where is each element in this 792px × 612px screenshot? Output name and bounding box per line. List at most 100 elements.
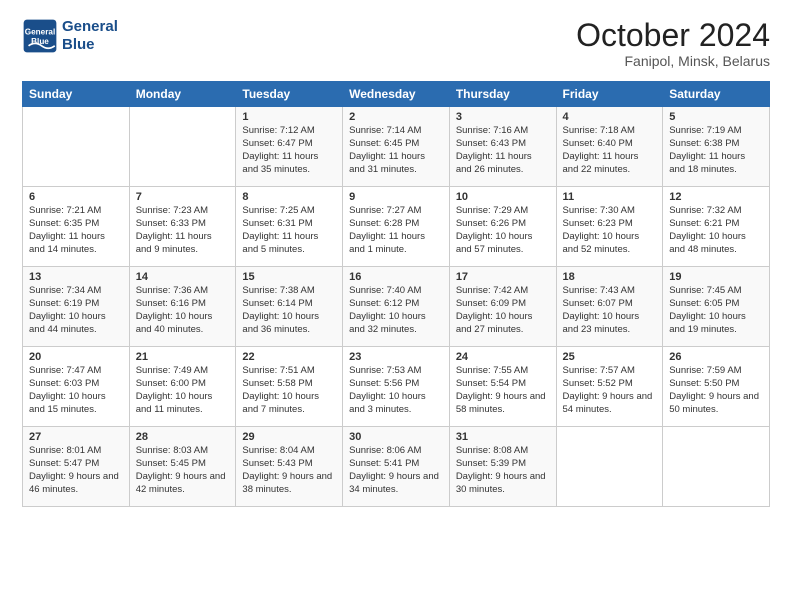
calendar-cell: 30 Sunrise: 8:06 AM Sunset: 5:41 PM Dayli… [343,427,450,507]
cell-content: Sunrise: 7:51 AM Sunset: 5:58 PM Dayligh… [242,365,336,416]
calendar-cell: 27Sunrise: 8:01 AM Sunset: 5:47 PM Dayli… [23,427,130,507]
cell-content: Sunrise: 7:40 AM Sunset: 6:12 PM Dayligh… [349,285,443,336]
day-number: 16 [349,271,443,283]
header-row: SundayMondayTuesdayWednesdayThursdayFrid… [23,82,770,107]
week-row-2: 6 Sunrise: 7:21 AM Sunset: 6:35 PM Daylig… [23,187,770,267]
cell-content: Sunrise: 7:57 AM Sunset: 5:52 PM Dayligh… [563,365,657,416]
week-row-5: 27Sunrise: 8:01 AM Sunset: 5:47 PM Dayli… [23,427,770,507]
day-number: 19 [669,271,763,283]
calendar-cell: 29Sunrise: 8:04 AM Sunset: 5:43 PM Dayli… [236,427,343,507]
col-header-monday: Monday [129,82,236,107]
calendar-cell: 5Sunrise: 7:19 AM Sunset: 6:38 PM Daylig… [663,107,770,187]
day-number: 9 [349,191,443,203]
calendar-cell: 7 Sunrise: 7:23 AM Sunset: 6:33 PM Daylig… [129,187,236,267]
cell-content: Sunrise: 7:53 AM Sunset: 5:56 PM Dayligh… [349,365,443,416]
day-number: 11 [563,191,657,203]
day-number: 24 [456,351,550,363]
day-number: 31 [456,431,550,443]
day-number: 5 [669,111,763,123]
day-number: 13 [29,271,123,283]
cell-content: Sunrise: 7:27 AM Sunset: 6:28 PM Dayligh… [349,205,443,256]
cell-content: Sunrise: 7:14 AM Sunset: 6:45 PM Dayligh… [349,125,443,176]
calendar-cell [129,107,236,187]
calendar-cell: 26Sunrise: 7:59 AM Sunset: 5:50 PM Dayli… [663,347,770,427]
day-number: 20 [29,351,123,363]
cell-content: Sunrise: 7:25 AM Sunset: 6:31 PM Dayligh… [242,205,336,256]
day-number: 4 [563,111,657,123]
calendar-cell: 17 Sunrise: 7:42 AM Sunset: 6:09 PM Dayli… [449,267,556,347]
cell-content: Sunrise: 8:06 AM Sunset: 5:41 PM Dayligh… [349,445,443,496]
day-number: 15 [242,271,336,283]
day-number: 28 [136,431,230,443]
day-number: 17 [456,271,550,283]
cell-content: Sunrise: 8:04 AM Sunset: 5:43 PM Dayligh… [242,445,336,496]
calendar-cell: 12 Sunrise: 7:32 AM Sunset: 6:21 PM Dayli… [663,187,770,267]
calendar-cell: 11 Sunrise: 7:30 AM Sunset: 6:23 PM Dayli… [556,187,663,267]
day-number: 18 [563,271,657,283]
day-number: 25 [563,351,657,363]
cell-content: Sunrise: 7:45 AM Sunset: 6:05 PM Dayligh… [669,285,763,336]
calendar-cell [663,427,770,507]
day-number: 2 [349,111,443,123]
cell-content: Sunrise: 7:21 AM Sunset: 6:35 PM Dayligh… [29,205,123,256]
col-header-friday: Friday [556,82,663,107]
calendar-cell: 15Sunrise: 7:38 AM Sunset: 6:14 PM Dayli… [236,267,343,347]
calendar-cell: 31Sunrise: 8:08 AM Sunset: 5:39 PM Dayli… [449,427,556,507]
cell-content: Sunrise: 7:30 AM Sunset: 6:23 PM Dayligh… [563,205,657,256]
day-number: 10 [456,191,550,203]
cell-content: Sunrise: 7:34 AM Sunset: 6:19 PM Dayligh… [29,285,123,336]
day-number: 22 [242,351,336,363]
cell-content: Sunrise: 7:36 AM Sunset: 6:16 PM Dayligh… [136,285,230,336]
cell-content: Sunrise: 7:29 AM Sunset: 6:26 PM Dayligh… [456,205,550,256]
cell-content: Sunrise: 7:32 AM Sunset: 6:21 PM Dayligh… [669,205,763,256]
col-header-tuesday: Tuesday [236,82,343,107]
day-number: 1 [242,111,336,123]
day-number: 21 [136,351,230,363]
calendar-table: SundayMondayTuesdayWednesdayThursdayFrid… [22,81,770,507]
day-number: 30 [349,431,443,443]
cell-content: Sunrise: 7:43 AM Sunset: 6:07 PM Dayligh… [563,285,657,336]
day-number: 12 [669,191,763,203]
calendar-cell: 18 Sunrise: 7:43 AM Sunset: 6:07 PM Dayli… [556,267,663,347]
calendar-cell: 13 Sunrise: 7:34 AM Sunset: 6:19 PM Dayli… [23,267,130,347]
col-header-saturday: Saturday [663,82,770,107]
day-number: 14 [136,271,230,283]
day-number: 7 [136,191,230,203]
calendar-cell: 20 Sunrise: 7:47 AM Sunset: 6:03 PM Dayli… [23,347,130,427]
calendar-cell [556,427,663,507]
day-number: 6 [29,191,123,203]
calendar-cell: 24 Sunrise: 7:55 AM Sunset: 5:54 PM Dayli… [449,347,556,427]
week-row-3: 13 Sunrise: 7:34 AM Sunset: 6:19 PM Dayli… [23,267,770,347]
calendar-cell: 6 Sunrise: 7:21 AM Sunset: 6:35 PM Daylig… [23,187,130,267]
cell-content: Sunrise: 7:18 AM Sunset: 6:40 PM Dayligh… [563,125,657,176]
calendar-cell: 9 Sunrise: 7:27 AM Sunset: 6:28 PM Daylig… [343,187,450,267]
calendar-cell [23,107,130,187]
title-area: October 2024 Fanipol, Minsk, Belarus [576,18,770,69]
calendar-cell: 28 Sunrise: 8:03 AM Sunset: 5:45 PM Dayli… [129,427,236,507]
logo-line2: Blue [62,36,118,54]
calendar-cell: 1 Sunrise: 7:12 AM Sunset: 6:47 PM Daylig… [236,107,343,187]
day-number: 27 [29,431,123,443]
location: Fanipol, Minsk, Belarus [576,53,770,69]
col-header-thursday: Thursday [449,82,556,107]
cell-content: Sunrise: 7:42 AM Sunset: 6:09 PM Dayligh… [456,285,550,336]
cell-content: Sunrise: 7:23 AM Sunset: 6:33 PM Dayligh… [136,205,230,256]
cell-content: Sunrise: 7:12 AM Sunset: 6:47 PM Dayligh… [242,125,336,176]
cell-content: Sunrise: 7:47 AM Sunset: 6:03 PM Dayligh… [29,365,123,416]
generalblue-logo-icon: General Blue [22,18,58,54]
cell-content: Sunrise: 8:03 AM Sunset: 5:45 PM Dayligh… [136,445,230,496]
calendar-cell: 14 Sunrise: 7:36 AM Sunset: 6:16 PM Dayli… [129,267,236,347]
page: General Blue General Blue October 2024 F… [0,0,792,612]
calendar-cell: 10 Sunrise: 7:29 AM Sunset: 6:26 PM Dayli… [449,187,556,267]
day-number: 23 [349,351,443,363]
col-header-sunday: Sunday [23,82,130,107]
logo-text: General Blue [62,18,118,54]
cell-content: Sunrise: 7:55 AM Sunset: 5:54 PM Dayligh… [456,365,550,416]
day-number: 3 [456,111,550,123]
day-number: 8 [242,191,336,203]
calendar-cell: 19 Sunrise: 7:45 AM Sunset: 6:05 PM Dayli… [663,267,770,347]
week-row-1: 1 Sunrise: 7:12 AM Sunset: 6:47 PM Daylig… [23,107,770,187]
calendar-cell: 8 Sunrise: 7:25 AM Sunset: 6:31 PM Daylig… [236,187,343,267]
calendar-cell: 4 Sunrise: 7:18 AM Sunset: 6:40 PM Daylig… [556,107,663,187]
svg-text:General: General [25,27,55,36]
